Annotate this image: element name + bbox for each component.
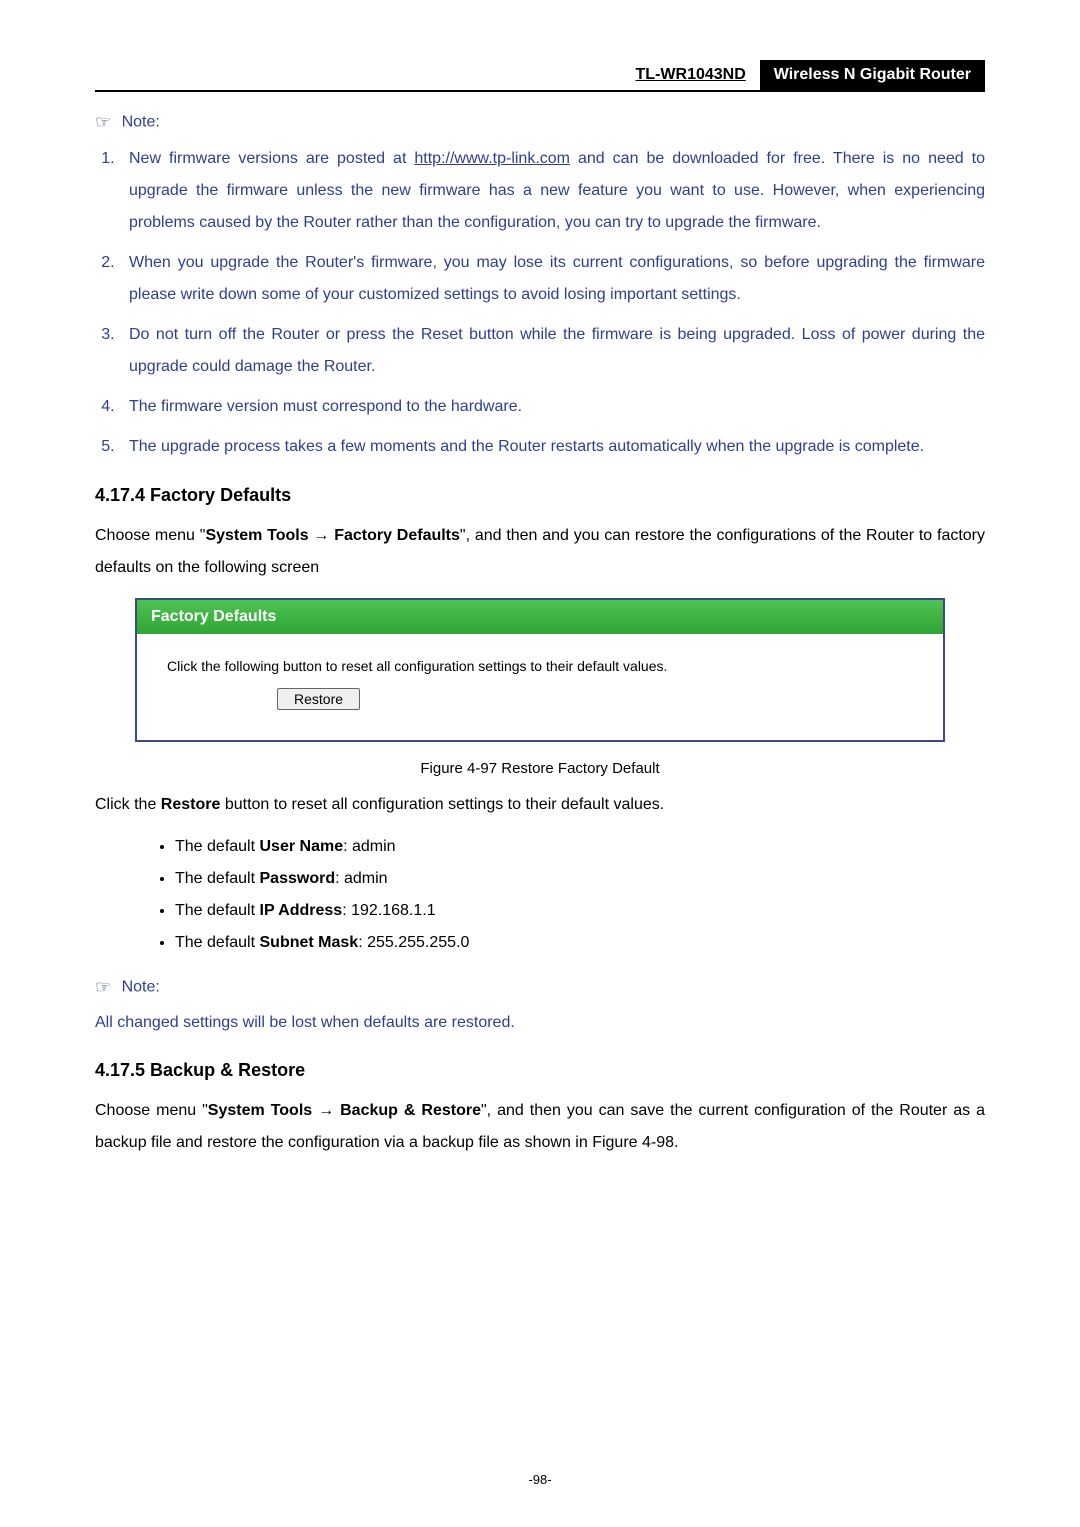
header-model: TL-WR1043ND [622, 60, 760, 90]
header-subtitle: Wireless N Gigabit Router [760, 60, 985, 90]
text: button to reset all configuration settin… [220, 796, 664, 813]
menu-path-system-tools: System Tools [205, 527, 308, 544]
text: The default [175, 870, 260, 887]
list-item: The default User Name: admin [175, 831, 985, 863]
firmware-link[interactable]: http://www.tp-link.com [414, 150, 570, 167]
label-subnet: Subnet Mask [260, 934, 359, 951]
list-item: The default Subnet Mask: 255.255.255.0 [175, 927, 985, 959]
text: The default [175, 838, 260, 855]
panel-header: Factory Defaults [137, 600, 943, 634]
section-heading-backup-restore: 4.17.5 Backup & Restore [95, 1060, 985, 1081]
menu-path-system-tools: System Tools [208, 1102, 312, 1119]
arrow-icon: → [312, 1102, 340, 1119]
section2-intro: Choose menu "System Tools → Backup & Res… [95, 1095, 985, 1159]
pointing-hand-icon: ☞ [95, 977, 111, 997]
note-block-2: ☞ Note: [95, 977, 985, 998]
figure-factory-defaults-panel: Factory Defaults Click the following but… [135, 598, 945, 742]
label-password: Password [260, 870, 336, 887]
text: : admin [335, 870, 387, 887]
text: Choose menu " [95, 1102, 208, 1119]
defaults-list: The default User Name: admin The default… [155, 831, 985, 959]
note-item-4: The firmware version must correspond to … [119, 391, 985, 423]
pointing-hand-icon: ☞ [95, 112, 111, 132]
note-item-5: The upgrade process takes a few moments … [119, 431, 985, 463]
menu-path-backup-restore: Backup & Restore [340, 1102, 481, 1119]
label-ip: IP Address [260, 902, 343, 919]
note-label: Note: [122, 979, 160, 996]
text: Choose menu " [95, 527, 205, 544]
label-username: User Name [260, 838, 344, 855]
header-spacer [95, 60, 622, 90]
text: Click the [95, 796, 161, 813]
menu-path-factory-defaults: Factory Defaults [334, 527, 460, 544]
note2-text: All changed settings will be lost when d… [95, 1008, 985, 1038]
note-item-3: Do not turn off the Router or press the … [119, 319, 985, 383]
list-item: The default Password: admin [175, 863, 985, 895]
document-header: TL-WR1043ND Wireless N Gigabit Router [95, 60, 985, 92]
arrow-icon: → [309, 527, 335, 544]
restore-bold: Restore [161, 796, 221, 813]
note-item-2: When you upgrade the Router's firmware, … [119, 247, 985, 311]
note-block-1: ☞ Note: [95, 112, 985, 133]
figure-caption: Figure 4-97 Restore Factory Default [95, 760, 985, 777]
panel-description: Click the following button to reset all … [167, 658, 923, 674]
note-label: Note: [122, 114, 160, 131]
text: New firmware versions are posted at [129, 150, 414, 167]
section1-intro: Choose menu "System Tools → Factory Defa… [95, 520, 985, 584]
text: : admin [343, 838, 395, 855]
text: : 255.255.255.0 [358, 934, 469, 951]
restore-button[interactable]: Restore [277, 688, 360, 710]
post-figure-text: Click the Restore button to reset all co… [95, 789, 985, 821]
section-heading-factory-defaults: 4.17.4 Factory Defaults [95, 485, 985, 506]
note-ordered-list: New firmware versions are posted at http… [95, 143, 985, 463]
text: : 192.168.1.1 [342, 902, 435, 919]
note-item-1: New firmware versions are posted at http… [119, 143, 985, 239]
page-number: -98- [0, 1472, 1080, 1487]
list-item: The default IP Address: 192.168.1.1 [175, 895, 985, 927]
text: The default [175, 902, 260, 919]
text: The default [175, 934, 260, 951]
panel-body: Click the following button to reset all … [137, 634, 943, 740]
